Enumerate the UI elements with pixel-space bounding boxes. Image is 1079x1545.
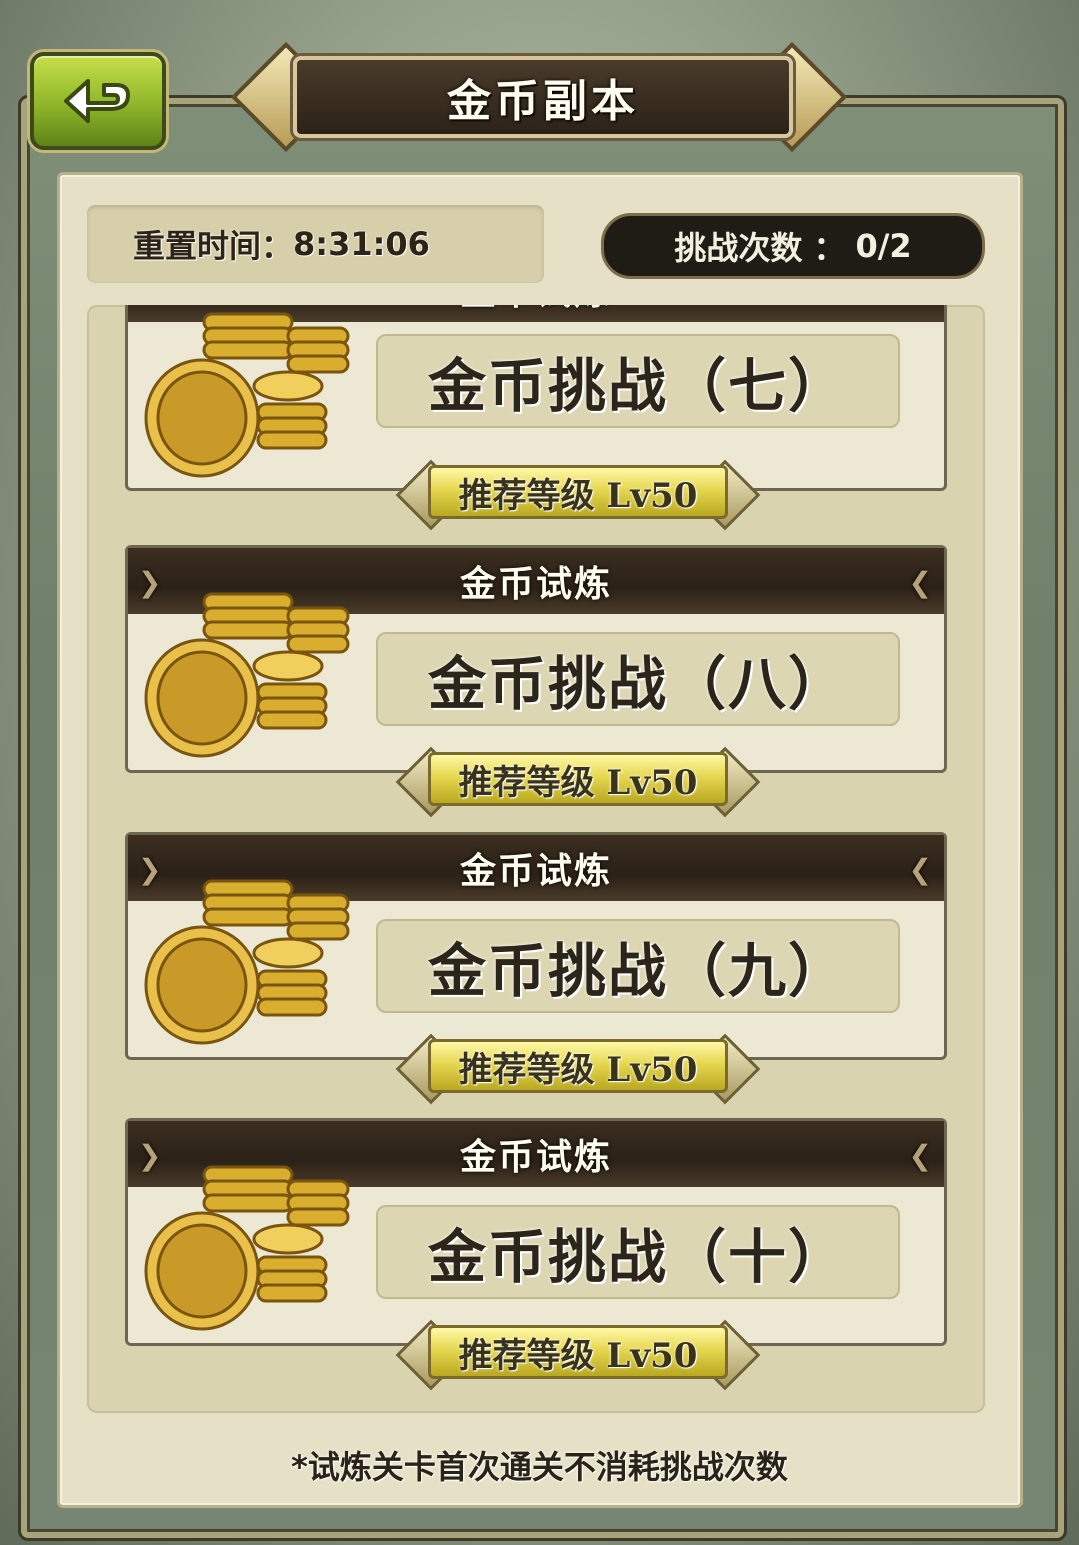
- recommended-level-ribbon: 推荐等级 Lv50: [395, 459, 761, 531]
- gold-coins-icon: [144, 1165, 350, 1331]
- stage-name-button[interactable]: 金币挑战（七）: [376, 334, 900, 428]
- title-banner: 金币副本: [230, 40, 848, 153]
- back-arrow-icon: [64, 79, 130, 123]
- recommended-level-ribbon: 推荐等级 Lv50: [395, 1033, 761, 1105]
- stage-category: 金币试炼: [459, 564, 612, 605]
- stage-category: 金币试炼: [459, 851, 612, 892]
- reset-time: 8:31:06: [293, 225, 430, 263]
- stage-name-button[interactable]: 金币挑战（十）: [376, 1205, 900, 1299]
- challenge-count: 0/2: [855, 227, 912, 265]
- recommended-level: 推荐等级 Lv50: [458, 1335, 698, 1376]
- stage-name: 金币挑战（九）: [427, 937, 848, 1005]
- challenge-count-badge: 挑战次数 ： 0/2: [601, 213, 985, 279]
- recommended-level-ribbon: 推荐等级 Lv50: [395, 1319, 761, 1391]
- stage-card[interactable]: 金币试炼 金币挑战（七） 推荐等级 Lv50: [125, 305, 947, 531]
- stage-name: 金币挑战（七）: [427, 352, 848, 420]
- ornament-right-icon: ❮: [908, 853, 934, 886]
- stage-name: 金币挑战（八）: [427, 650, 848, 718]
- gold-coins-icon: [144, 592, 350, 758]
- reset-label: 重置时间：: [133, 227, 294, 265]
- title-plate: 金币副本: [293, 56, 793, 138]
- stage-card[interactable]: ❯ 金币试炼 ❮ 金币挑战（九） 推荐等级 Lv50: [125, 832, 947, 1105]
- stage-card[interactable]: ❯ 金币试炼 ❮ 金币挑战（八） 推荐等级 Lv50: [125, 545, 947, 818]
- ornament-right-icon: ❮: [908, 1139, 934, 1172]
- recommended-level-ribbon: 推荐等级 Lv50: [395, 746, 761, 818]
- ornament-right-icon: ❮: [908, 566, 934, 599]
- recommended-level: 推荐等级 Lv50: [458, 475, 698, 516]
- gold-coins-icon: [144, 879, 350, 1045]
- back-button[interactable]: [30, 52, 166, 150]
- stage-name-button[interactable]: 金币挑战（八）: [376, 632, 900, 726]
- reset-timer: 重置时间： 8:31:06: [87, 205, 544, 283]
- stage-category: 金币试炼: [459, 1137, 612, 1178]
- gold-coins-icon: [144, 312, 350, 478]
- page-title: 金币副本: [447, 76, 639, 127]
- footer-note: *试炼关卡首次通关不消耗挑战次数: [291, 1448, 788, 1486]
- recommended-level: 推荐等级 Lv50: [458, 1049, 698, 1090]
- stage-card[interactable]: ❯ 金币试炼 ❮ 金币挑战（十） 推荐等级 Lv50: [125, 1118, 947, 1391]
- stage-name: 金币挑战（十）: [427, 1223, 848, 1291]
- stage-category: 金币试炼: [460, 305, 612, 315]
- challenge-label: 挑战次数 ：: [674, 229, 846, 267]
- recommended-level: 推荐等级 Lv50: [458, 762, 698, 803]
- stage-name-button[interactable]: 金币挑战（九）: [376, 919, 900, 1013]
- stage-list[interactable]: 金币试炼 金币挑战（七） 推荐等级 Lv50 ❯ 金: [87, 305, 985, 1413]
